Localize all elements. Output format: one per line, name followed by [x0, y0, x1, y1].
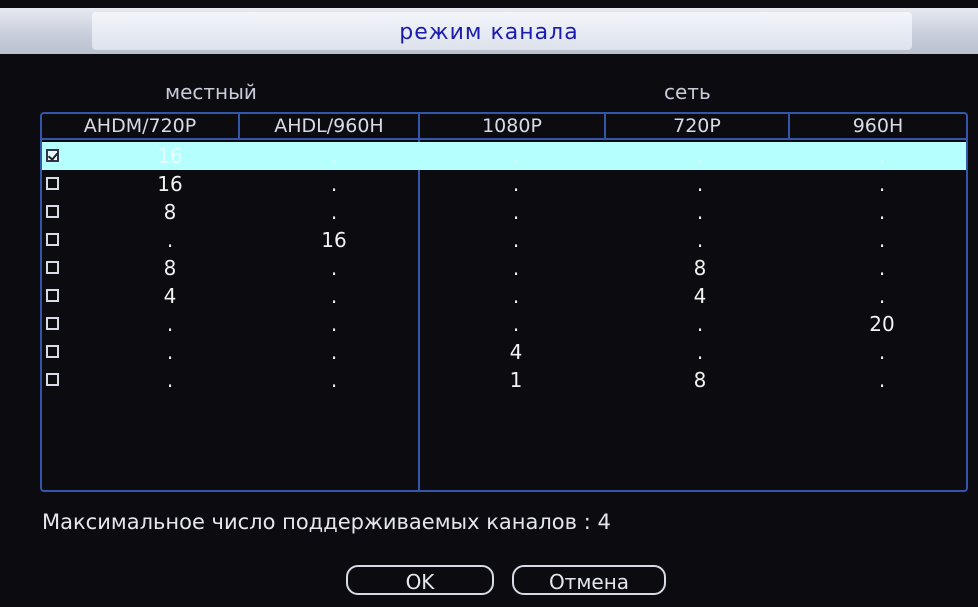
- row-checkbox[interactable]: [46, 177, 59, 190]
- dialog-title: режим канала: [399, 20, 579, 45]
- column-header: AHDL/960H: [274, 115, 384, 137]
- table-row[interactable]: .. 4..: [42, 338, 966, 366]
- table-cell: .: [330, 172, 338, 196]
- table-cell: 8: [693, 368, 707, 392]
- row-checkbox[interactable]: [46, 317, 59, 330]
- table-cell: .: [512, 228, 520, 252]
- table-cell: .: [512, 144, 520, 168]
- row-checkbox[interactable]: [46, 149, 59, 162]
- table-cell: .: [512, 312, 520, 336]
- table-cell: .: [330, 312, 338, 336]
- table-row[interactable]: .. 1 8.: [42, 366, 966, 394]
- table-cell: 8: [163, 200, 177, 224]
- ok-button[interactable]: OK: [346, 565, 494, 595]
- table-cell: .: [878, 340, 886, 364]
- row-checkbox[interactable]: [46, 205, 59, 218]
- max-channels-text: Максимальное число поддерживаемых канало…: [42, 510, 611, 534]
- table-cell: .: [878, 228, 886, 252]
- row-checkbox[interactable]: [46, 261, 59, 274]
- table-cell: .: [166, 228, 174, 252]
- column-header: 720P: [673, 115, 721, 137]
- table-cell: .: [330, 284, 338, 308]
- table-cell: .: [330, 256, 338, 280]
- table-cell: 4: [509, 340, 523, 364]
- table-cell: .: [878, 284, 886, 308]
- table-cell: 16: [157, 144, 183, 168]
- table-cell: .: [330, 144, 338, 168]
- table-cell: 16: [321, 228, 347, 252]
- table-cell: .: [696, 228, 704, 252]
- table-row[interactable]: .... 20: [42, 310, 966, 338]
- row-checkbox[interactable]: [46, 373, 59, 386]
- table-cell: .: [512, 172, 520, 196]
- cancel-button[interactable]: Отмена: [512, 565, 666, 595]
- column-header: 1080P: [482, 115, 542, 137]
- table-row[interactable]: 8....: [42, 198, 966, 226]
- table-cell: .: [330, 340, 338, 364]
- table-row[interactable]: 16....: [42, 142, 966, 170]
- table-cell: .: [512, 200, 520, 224]
- title-bar: режим канала: [0, 8, 978, 54]
- table-cell: .: [166, 368, 174, 392]
- table-cell: .: [696, 340, 704, 364]
- table-cell: .: [512, 256, 520, 280]
- table-cell: .: [330, 368, 338, 392]
- header-line: [42, 138, 966, 140]
- table-cell: .: [696, 144, 704, 168]
- table-row[interactable]: 8.. 8.: [42, 254, 966, 282]
- table-cell: 8: [163, 256, 177, 280]
- network-group-label: сеть: [664, 80, 711, 104]
- table-cell: .: [878, 200, 886, 224]
- local-group-label: местный: [165, 80, 257, 104]
- table-cell: 1: [509, 368, 523, 392]
- table-cell: .: [330, 200, 338, 224]
- row-checkbox[interactable]: [46, 345, 59, 358]
- table-cell: 4: [163, 284, 177, 308]
- table-cell: 20: [869, 312, 895, 336]
- column-header: 960H: [852, 115, 904, 137]
- table-cell: .: [166, 340, 174, 364]
- table-cell: .: [696, 200, 704, 224]
- table-cell: .: [878, 256, 886, 280]
- table-cell: .: [878, 144, 886, 168]
- table-row[interactable]: . 16...: [42, 226, 966, 254]
- table-cell: .: [166, 312, 174, 336]
- table-cell: .: [696, 172, 704, 196]
- table-cell: .: [696, 312, 704, 336]
- table-cell: 4: [693, 284, 707, 308]
- row-checkbox[interactable]: [46, 289, 59, 302]
- channel-mode-dialog: режим канала местный сеть AHDM/720P AHDL…: [0, 0, 978, 607]
- table-row[interactable]: 4.. 4.: [42, 282, 966, 310]
- table-row[interactable]: 16....: [42, 170, 966, 198]
- table-cell: .: [878, 172, 886, 196]
- column-header: AHDM/720P: [83, 115, 197, 137]
- table-cell: 16: [157, 172, 183, 196]
- table-cell: .: [512, 284, 520, 308]
- row-checkbox[interactable]: [46, 233, 59, 246]
- table-cell: 8: [693, 256, 707, 280]
- table-cell: .: [878, 368, 886, 392]
- channel-table: AHDM/720P AHDL/960H 1080P 720P 960H 16..…: [40, 112, 968, 492]
